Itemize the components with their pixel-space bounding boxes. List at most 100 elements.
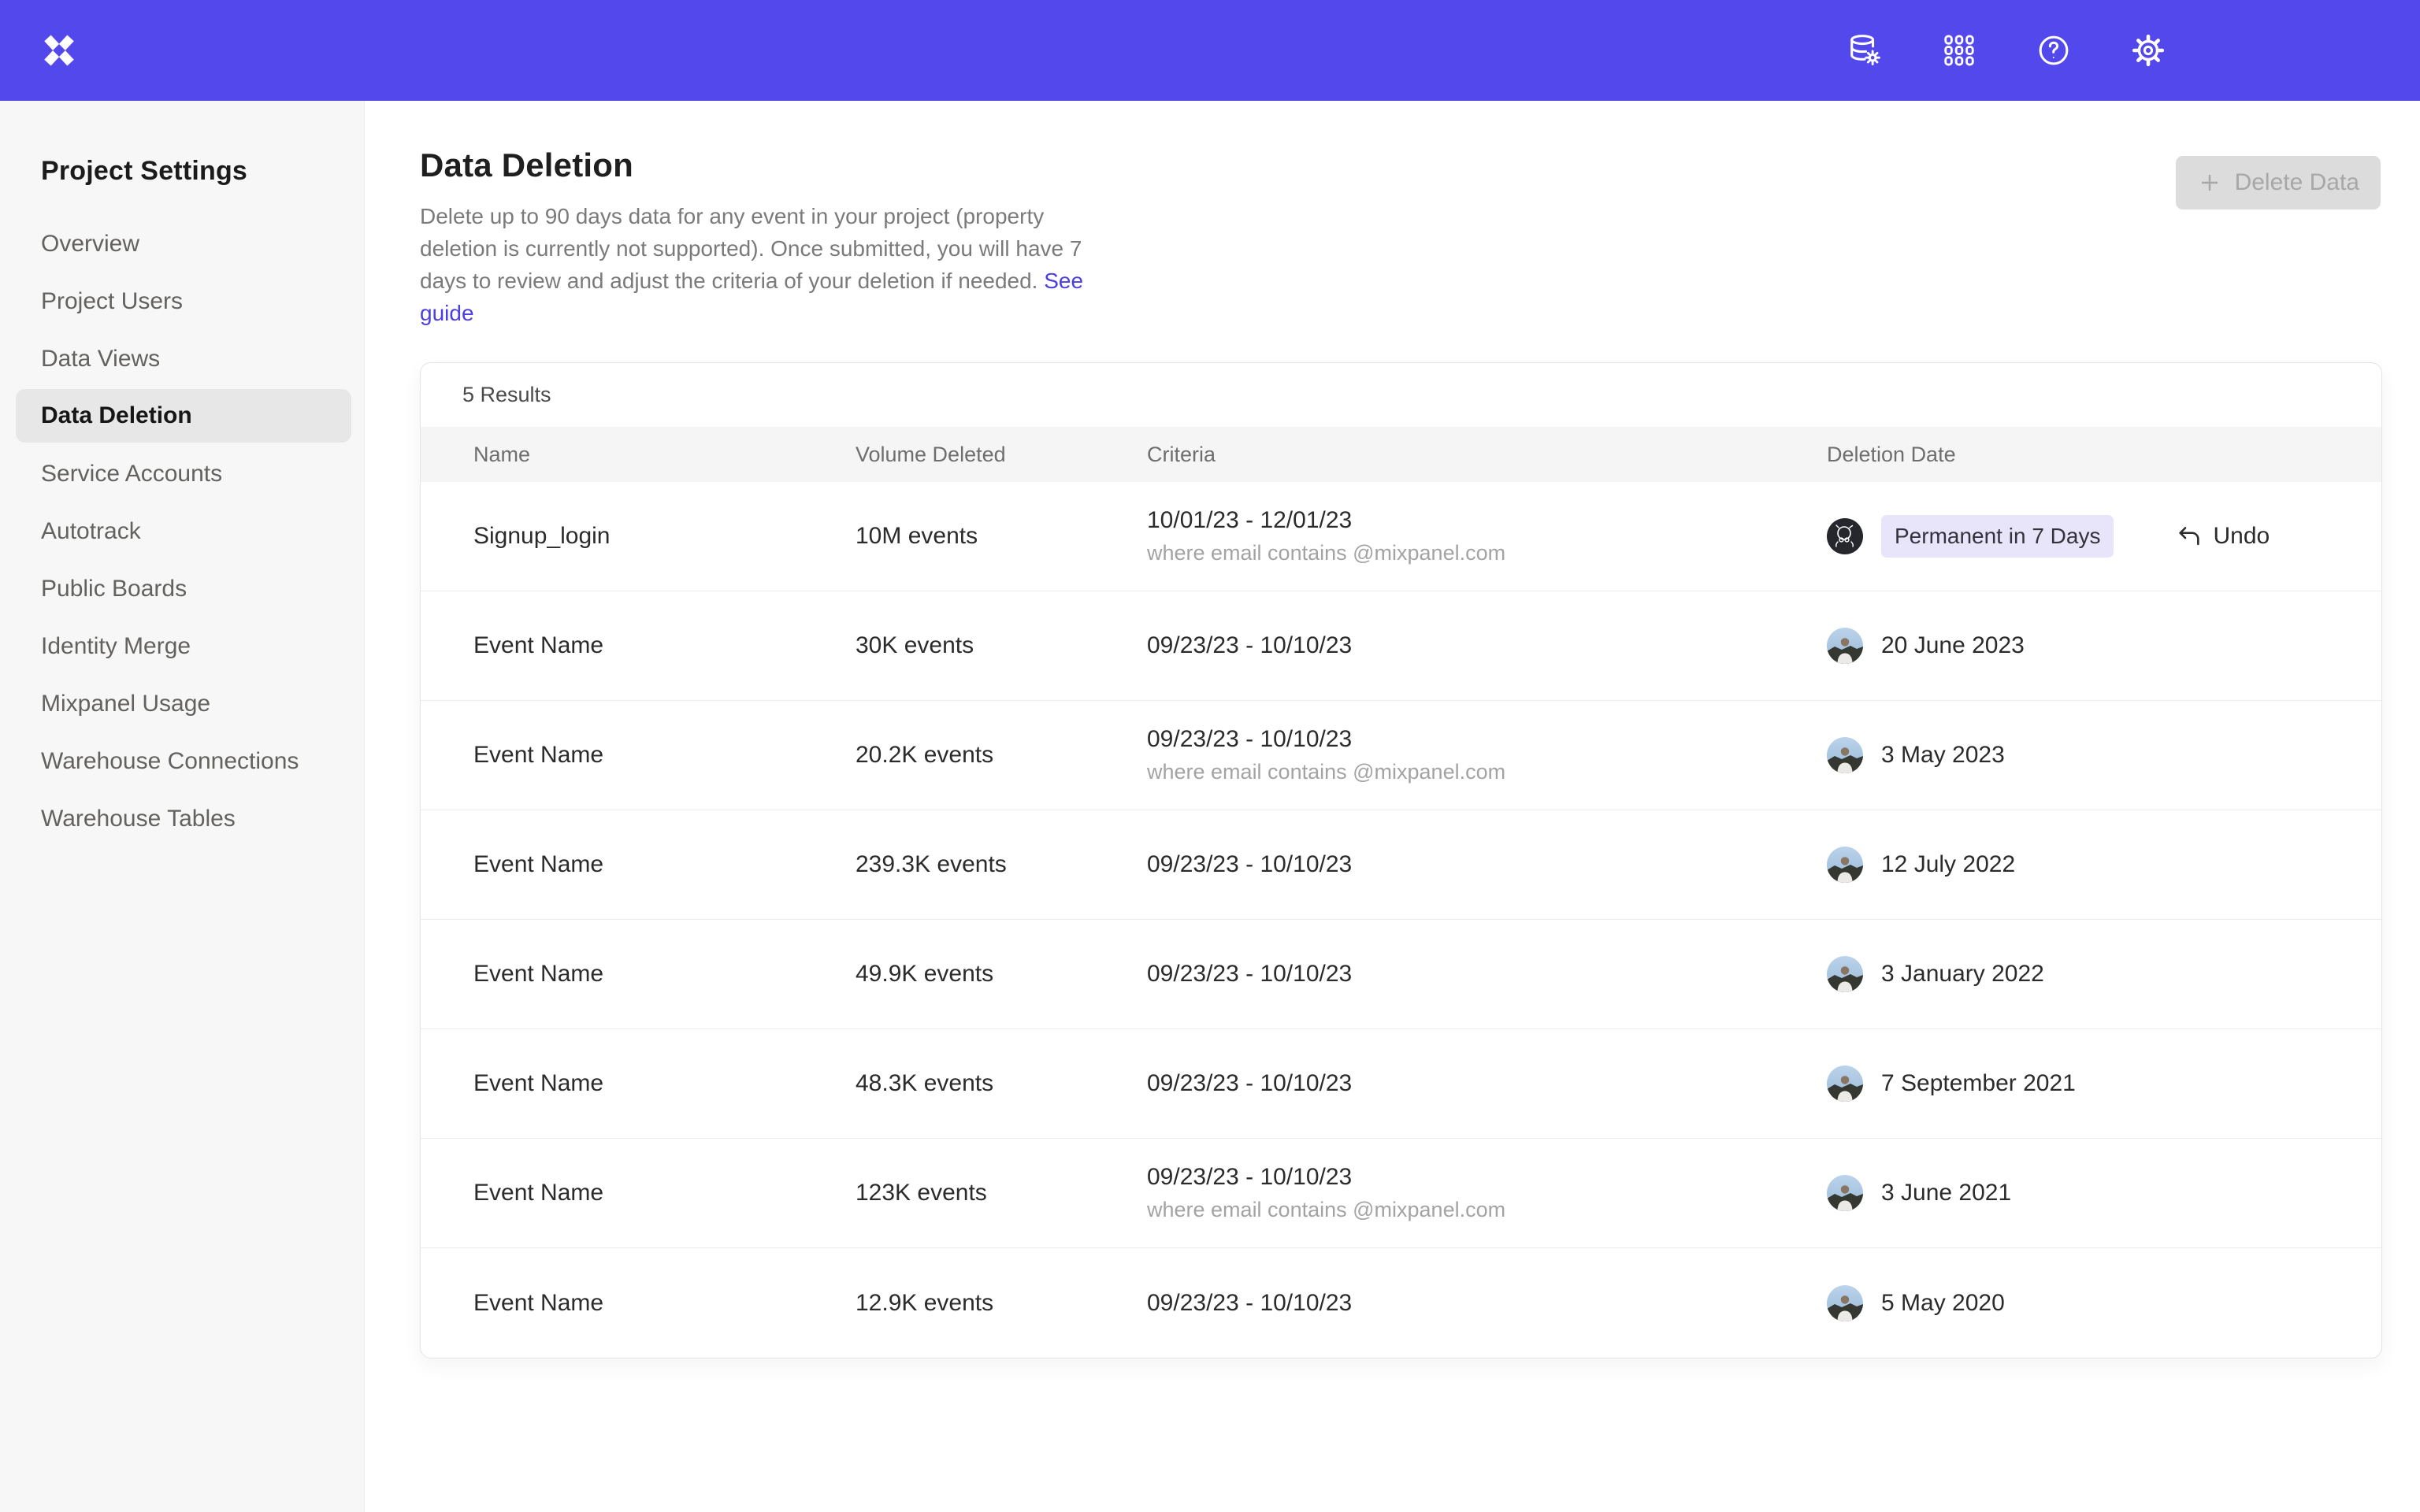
delete-data-button[interactable]: Delete Data <box>2176 156 2381 209</box>
person-avatar-icon <box>1827 737 1863 773</box>
sidebar-item-overview[interactable]: Overview <box>16 215 351 272</box>
avatar <box>1827 1285 1863 1321</box>
column-header-volume-deleted: Volume Deleted <box>856 443 1147 467</box>
avatar <box>1827 628 1863 664</box>
avatar <box>1827 1175 1863 1211</box>
deletion-date-text: 12 July 2022 <box>1881 851 2015 878</box>
illustrated-avatar-icon <box>1827 518 1863 554</box>
sidebar-title: Project Settings <box>16 156 351 187</box>
person-avatar-icon <box>1827 628 1863 664</box>
table-row: Event Name 48.3K events 09/23/23 - 10/10… <box>421 1029 2381 1139</box>
deletion-date-text: 20 June 2023 <box>1881 632 2025 659</box>
cell-criteria: 09/23/23 - 10/10/23 where email contains… <box>1147 726 1827 784</box>
criteria-range: 09/23/23 - 10/10/23 <box>1147 1070 1827 1097</box>
topbar-icon-group <box>1847 32 2166 69</box>
criteria-filter: where email contains @mixpanel.com <box>1147 760 1827 784</box>
page-title: Data Deletion <box>420 146 2382 184</box>
cell-deletion-date: 3 May 2023 <box>1827 737 2350 773</box>
table-row: Event Name 123K events 09/23/23 - 10/10/… <box>421 1139 2381 1248</box>
criteria-range: 10/01/23 - 12/01/23 <box>1147 507 1827 534</box>
cell-volume: 12.9K events <box>856 1290 1147 1317</box>
cell-event-name: Event Name <box>473 1180 856 1206</box>
cell-criteria: 09/23/23 - 10/10/23 <box>1147 1290 1827 1317</box>
sidebar-item-identity-merge[interactable]: Identity Merge <box>16 617 351 675</box>
deletion-requests-card: 5 Results Name Volume Deleted Criteria D… <box>420 362 2382 1358</box>
person-avatar-icon <box>1827 956 1863 992</box>
criteria-range: 09/23/23 - 10/10/23 <box>1147 961 1827 988</box>
sidebar-item-data-deletion[interactable]: Data Deletion <box>16 389 351 443</box>
deletion-date-text: 3 June 2021 <box>1881 1180 2011 1206</box>
delete-data-button-label: Delete Data <box>2235 169 2359 196</box>
criteria-filter: where email contains @mixpanel.com <box>1147 1198 1827 1222</box>
table-header-row: Name Volume Deleted Criteria Deletion Da… <box>421 427 2381 482</box>
cell-event-name: Event Name <box>473 961 856 988</box>
avatar <box>1827 956 1863 992</box>
table-row: Signup_login 10M events 10/01/23 - 12/01… <box>421 482 2381 591</box>
cell-event-name: Event Name <box>473 632 856 659</box>
plus-icon <box>2197 170 2222 195</box>
avatar <box>1827 847 1863 883</box>
undo-button[interactable]: Undo <box>2176 523 2270 550</box>
sidebar-nav-list: Overview Project Users Data Views Data D… <box>16 215 351 847</box>
cell-event-name: Event Name <box>473 851 856 878</box>
cell-event-name: Signup_login <box>473 523 856 550</box>
data-deletion-page: Data Deletion Delete up to 90 days data … <box>365 101 2420 1512</box>
criteria-filter: where email contains @mixpanel.com <box>1147 541 1827 565</box>
column-header-criteria: Criteria <box>1147 443 1827 467</box>
cell-deletion-date: 5 May 2020 <box>1827 1285 2350 1321</box>
page-description: Delete up to 90 days data for any event … <box>420 200 1125 329</box>
settings-gear-icon[interactable] <box>2130 32 2166 69</box>
content-shell: Project Settings Overview Project Users … <box>0 101 2420 1512</box>
sidebar-item-mixpanel-usage[interactable]: Mixpanel Usage <box>16 675 351 732</box>
cell-event-name: Event Name <box>473 742 856 769</box>
criteria-range: 09/23/23 - 10/10/23 <box>1147 726 1827 753</box>
sidebar-item-data-views[interactable]: Data Views <box>16 330 351 387</box>
avatar <box>1827 737 1863 773</box>
column-header-deletion-date: Deletion Date <box>1827 443 2350 467</box>
sidebar-item-warehouse-connections[interactable]: Warehouse Connections <box>16 732 351 790</box>
project-settings-sidebar: Project Settings Overview Project Users … <box>0 101 365 1512</box>
person-avatar-icon <box>1827 847 1863 883</box>
undo-button-label: Undo <box>2213 523 2270 550</box>
sidebar-item-service-accounts[interactable]: Service Accounts <box>16 445 351 502</box>
apps-grid-icon[interactable] <box>1941 32 1977 69</box>
results-count: 5 Results <box>421 363 2381 427</box>
deletion-date-text: 5 May 2020 <box>1881 1290 2005 1317</box>
cell-deletion-date: Permanent in 7 Days Undo <box>1827 515 2350 558</box>
criteria-range: 09/23/23 - 10/10/23 <box>1147 1164 1827 1191</box>
table-row: Event Name 20.2K events 09/23/23 - 10/10… <box>421 701 2381 810</box>
cell-volume: 30K events <box>856 632 1147 659</box>
cell-volume: 49.9K events <box>856 961 1147 988</box>
sidebar-item-project-users[interactable]: Project Users <box>16 272 351 330</box>
person-avatar-icon <box>1827 1285 1863 1321</box>
cell-volume: 239.3K events <box>856 851 1147 878</box>
cell-criteria: 09/23/23 - 10/10/23 <box>1147 632 1827 659</box>
sidebar-item-autotrack[interactable]: Autotrack <box>16 502 351 560</box>
sidebar-item-public-boards[interactable]: Public Boards <box>16 560 351 617</box>
page-description-text: Delete up to 90 days data for any event … <box>420 204 1082 293</box>
deletion-date-text: 3 May 2023 <box>1881 742 2005 769</box>
mixpanel-logo-icon[interactable] <box>39 31 79 70</box>
criteria-range: 09/23/23 - 10/10/23 <box>1147 632 1827 659</box>
cell-event-name: Event Name <box>473 1290 856 1317</box>
database-gear-icon[interactable] <box>1847 32 1883 69</box>
cell-criteria: 10/01/23 - 12/01/23 where email contains… <box>1147 507 1827 565</box>
cell-deletion-date: 20 June 2023 <box>1827 628 2350 664</box>
cell-criteria: 09/23/23 - 10/10/23 <box>1147 1070 1827 1097</box>
table-row: Event Name 49.9K events 09/23/23 - 10/10… <box>421 920 2381 1029</box>
avatar <box>1827 1065 1863 1102</box>
table-row: Event Name 12.9K events 09/23/23 - 10/10… <box>421 1248 2381 1358</box>
status-badge: Permanent in 7 Days <box>1881 515 2114 558</box>
undo-icon <box>2176 523 2203 550</box>
cell-volume: 10M events <box>856 523 1147 550</box>
cell-deletion-date: 3 June 2021 <box>1827 1175 2350 1211</box>
cell-criteria: 09/23/23 - 10/10/23 <box>1147 851 1827 878</box>
cell-volume: 48.3K events <box>856 1070 1147 1097</box>
table-row: Event Name 239.3K events 09/23/23 - 10/1… <box>421 810 2381 920</box>
cell-event-name: Event Name <box>473 1070 856 1097</box>
cell-deletion-date: 7 September 2021 <box>1827 1065 2350 1102</box>
sidebar-item-warehouse-tables[interactable]: Warehouse Tables <box>16 790 351 847</box>
help-icon[interactable] <box>2036 32 2072 69</box>
cell-volume: 20.2K events <box>856 742 1147 769</box>
person-avatar-icon <box>1827 1175 1863 1211</box>
